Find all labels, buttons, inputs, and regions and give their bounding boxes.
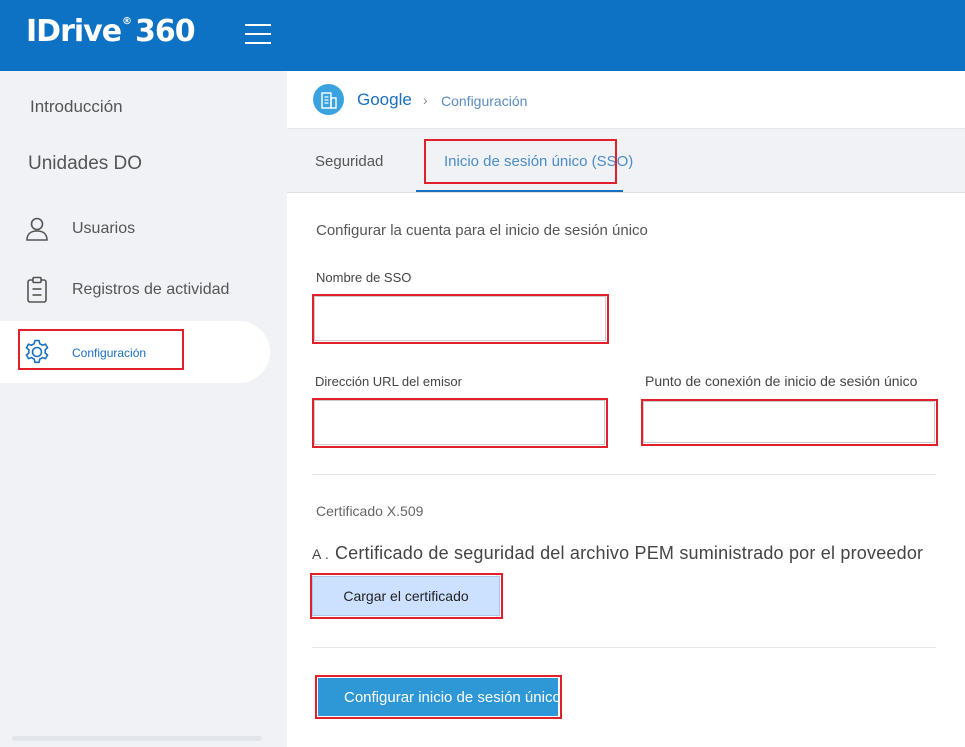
sidebar-item-label: Registros de actividad <box>72 281 230 298</box>
highlight-box <box>424 139 617 184</box>
highlight-box <box>312 294 609 344</box>
sidebar-item-unidades-do[interactable]: Unidades DO <box>28 153 142 175</box>
highlight-box <box>312 398 608 448</box>
breadcrumb: Google › Configuración <box>287 71 965 129</box>
tab-seguridad[interactable]: Seguridad <box>315 153 383 170</box>
highlight-box <box>310 573 503 619</box>
form-title: Configurar la cuenta para el inicio de s… <box>316 222 648 239</box>
logo-registered-mark: ® <box>122 16 133 27</box>
sidebar-item-usuarios[interactable]: Usuarios <box>0 213 287 245</box>
tab-bar: Seguridad Inicio de sesión único (SSO) <box>287 129 965 193</box>
menu-icon[interactable] <box>245 24 271 44</box>
breadcrumb-current: Configuración <box>441 93 528 109</box>
clipboard-icon <box>22 275 52 305</box>
highlight-box <box>18 329 184 370</box>
sidebar: Introducción Unidades DO Usuarios Regist… <box>0 71 287 747</box>
user-icon <box>22 214 52 244</box>
certificate-description: A . Certificado de seguridad del archivo … <box>312 543 923 564</box>
sso-name-label: Nombre de SSO <box>316 270 412 285</box>
sso-endpoint-label: Punto de conexión de inicio de sesión ún… <box>645 373 918 389</box>
sidebar-item-label: Introducción <box>30 97 123 116</box>
building-icon <box>313 84 344 115</box>
certificate-prefix: A . <box>312 546 329 562</box>
active-tab-indicator <box>416 190 623 192</box>
divider <box>312 647 936 648</box>
sidebar-item-label: Unidades DO <box>28 153 143 174</box>
divider <box>312 474 936 475</box>
highlight-box <box>641 399 938 446</box>
logo-text: IDrive <box>26 14 122 49</box>
issuer-url-label: Dirección URL del emisor <box>315 374 462 389</box>
certificate-description-text: Certificado de seguridad del archivo PEM… <box>334 543 924 563</box>
sidebar-scrollbar[interactable] <box>12 736 262 741</box>
idrive-logo[interactable]: IDrive ® 360 <box>26 14 196 49</box>
sidebar-item-label: Usuarios <box>72 220 136 237</box>
sidebar-item-registros[interactable]: Registros de actividad <box>0 274 287 306</box>
highlight-box <box>315 675 562 719</box>
breadcrumb-root-link[interactable]: Google <box>357 90 412 110</box>
logo-number: 360 <box>135 14 196 49</box>
chevron-right-icon: › <box>423 92 428 108</box>
top-bar: IDrive ® 360 <box>0 0 965 71</box>
sidebar-item-introduccion[interactable]: Introducción <box>30 97 123 117</box>
certificate-label: Certificado X.509 <box>316 503 424 519</box>
